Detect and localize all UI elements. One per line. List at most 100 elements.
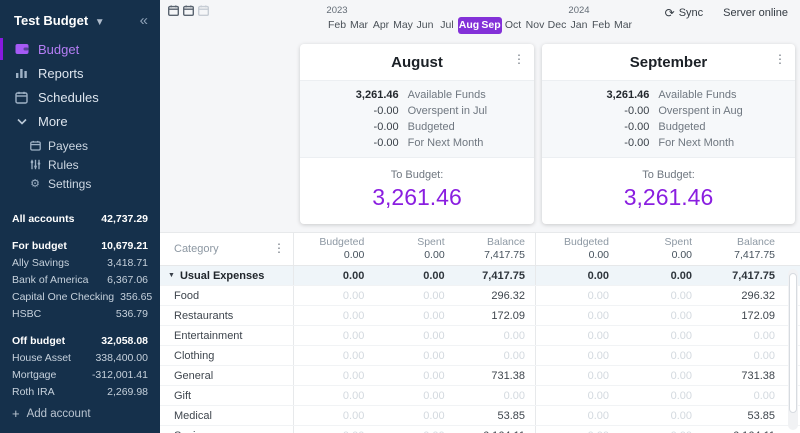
two-months-icon[interactable] [183,5,194,16]
balance-cell[interactable]: 172.09 [455,306,535,325]
balance-cell[interactable]: 172.09 [702,306,785,325]
spent-cell[interactable]: 0.00 [374,286,454,305]
month-nav-apr-2[interactable]: Apr [370,17,392,34]
budgeted-cell[interactable]: 0.00 [294,266,374,285]
spent-cell[interactable]: 0.00 [619,386,702,405]
account-row[interactable]: House Asset338,400.00 [12,349,148,366]
spent-cell[interactable]: 0.00 [619,326,702,345]
balance-column-header[interactable]: Balance [455,236,525,249]
to-budget-amount[interactable]: 3,261.46 [300,184,534,211]
month-nav-dec-10[interactable]: Dec [546,17,568,34]
account-row[interactable]: Bank of America6,367.06 [12,271,148,288]
balance-cell[interactable]: 0.00 [455,326,535,345]
balance-cell[interactable]: 7,417.75 [702,266,785,285]
category-row[interactable]: General0.000.00731.380.000.00731.38 [160,366,800,386]
month-nav-nov-9[interactable]: Nov [524,17,546,34]
budgeted-cell[interactable]: 0.00 [294,366,374,385]
all-accounts-row[interactable]: All accounts 42,737.29 [12,210,148,227]
spent-cell[interactable]: 0.00 [374,326,454,345]
kebab-menu-icon[interactable]: ⋮ [513,53,525,66]
budgeted-cell[interactable]: 0.00 [536,286,619,305]
month-nav-mar-13[interactable]: Mar [612,17,634,34]
collapse-triangle-icon[interactable]: ▼ [168,272,175,279]
account-row[interactable]: Capital One Checking356.65 [12,288,148,305]
budgeted-cell[interactable]: 0.00 [294,426,374,433]
category-menu-icon[interactable]: ⋮ [273,242,285,255]
month-nav-jul-5[interactable]: Jul [436,17,458,34]
add-account-button[interactable]: + Add account [0,397,160,433]
to-budget-amount[interactable]: 3,261.46 [542,184,795,211]
category-row[interactable]: Savings0.000.006,164.110.000.006,164.11 [160,426,800,433]
category-row[interactable]: Medical0.000.0053.850.000.0053.85 [160,406,800,426]
balance-cell[interactable]: 53.85 [702,406,785,425]
sync-button[interactable]: ⟳ Sync [665,6,704,20]
budgeted-cell[interactable]: 0.00 [294,326,374,345]
sidebar-item-schedules[interactable]: Schedules [0,85,160,109]
balance-cell[interactable]: 0.00 [702,326,785,345]
spent-cell[interactable]: 0.00 [374,386,454,405]
month-nav-feb-12[interactable]: Feb [590,17,612,34]
spent-cell[interactable]: 0.00 [619,346,702,365]
month-nav-jun-4[interactable]: Jun [414,17,436,34]
month-nav-feb-0[interactable]: Feb [326,17,348,34]
balance-cell[interactable]: 296.32 [702,286,785,305]
balance-cell[interactable]: 0.00 [455,346,535,365]
category-group-row[interactable]: ▼Usual Expenses0.000.007,417.750.000.007… [160,266,800,286]
account-group-header[interactable]: Off budget32,058.08 [12,332,148,349]
category-row[interactable]: Gift0.000.000.000.000.000.00 [160,386,800,406]
vertical-scrollbar[interactable] [788,269,798,430]
server-status[interactable]: Server online [723,7,788,19]
spent-cell[interactable]: 0.00 [619,426,702,433]
category-row[interactable]: Clothing0.000.000.000.000.000.00 [160,346,800,366]
category-row[interactable]: Food0.000.00296.320.000.00296.32 [160,286,800,306]
budgeted-cell[interactable]: 0.00 [294,346,374,365]
budgeted-column-header[interactable]: Budgeted [294,236,364,249]
spent-column-header[interactable]: Spent [374,236,444,249]
budgeted-cell[interactable]: 0.00 [536,406,619,425]
budgeted-cell[interactable]: 0.00 [294,406,374,425]
sidebar-collapse-icon[interactable]: « [140,13,148,28]
balance-column-header[interactable]: Balance [702,236,775,249]
month-nav-mar-1[interactable]: Mar [348,17,370,34]
budgeted-cell[interactable]: 0.00 [536,426,619,433]
balance-cell[interactable]: 0.00 [702,386,785,405]
month-nav-may-3[interactable]: May [392,17,414,34]
spent-cell[interactable]: 0.00 [619,366,702,385]
balance-cell[interactable]: 731.38 [702,366,785,385]
sidebar-item-more[interactable]: More [0,109,160,133]
account-row[interactable]: HSBC536.79 [12,305,148,322]
budgeted-cell[interactable]: 0.00 [536,386,619,405]
sidebar-item-reports[interactable]: Reports [0,61,160,85]
balance-cell[interactable]: 0.00 [455,386,535,405]
balance-cell[interactable]: 6,164.11 [455,426,535,433]
budgeted-cell[interactable]: 0.00 [294,386,374,405]
account-row[interactable]: Mortgage-312,001.41 [12,366,148,383]
balance-cell[interactable]: 731.38 [455,366,535,385]
month-nav-aug-6[interactable]: Aug [458,17,480,34]
sidebar-item-rules[interactable]: Rules [0,155,160,174]
sidebar-item-payees[interactable]: Payees [0,136,160,155]
month-nav-sep-7[interactable]: Sep [480,17,502,34]
spent-cell[interactable]: 0.00 [619,306,702,325]
account-row[interactable]: Ally Savings3,418.71 [12,254,148,271]
spent-cell[interactable]: 0.00 [374,266,454,285]
month-nav-jan-11[interactable]: Jan [568,17,590,34]
spent-cell[interactable]: 0.00 [374,346,454,365]
spent-cell[interactable]: 0.00 [619,266,702,285]
spent-cell[interactable]: 0.00 [619,286,702,305]
category-row[interactable]: Restaurants0.000.00172.090.000.00172.09 [160,306,800,326]
budgeted-cell[interactable]: 0.00 [536,266,619,285]
budgeted-cell[interactable]: 0.00 [294,306,374,325]
sidebar-item-budget[interactable]: Budget [0,37,160,61]
month-nav-oct-8[interactable]: Oct [502,17,524,34]
category-row[interactable]: Entertainment0.000.000.000.000.000.00 [160,326,800,346]
sidebar-item-settings[interactable]: ⚙ Settings [0,174,160,193]
account-group-header[interactable]: For budget10,679.21 [12,237,148,254]
balance-cell[interactable]: 6,164.11 [702,426,785,433]
budgeted-cell[interactable]: 0.00 [294,286,374,305]
kebab-menu-icon[interactable]: ⋮ [774,53,786,66]
budgeted-cell[interactable]: 0.00 [536,346,619,365]
one-month-icon[interactable] [168,5,179,16]
three-months-icon[interactable] [198,5,209,16]
spent-cell[interactable]: 0.00 [374,366,454,385]
